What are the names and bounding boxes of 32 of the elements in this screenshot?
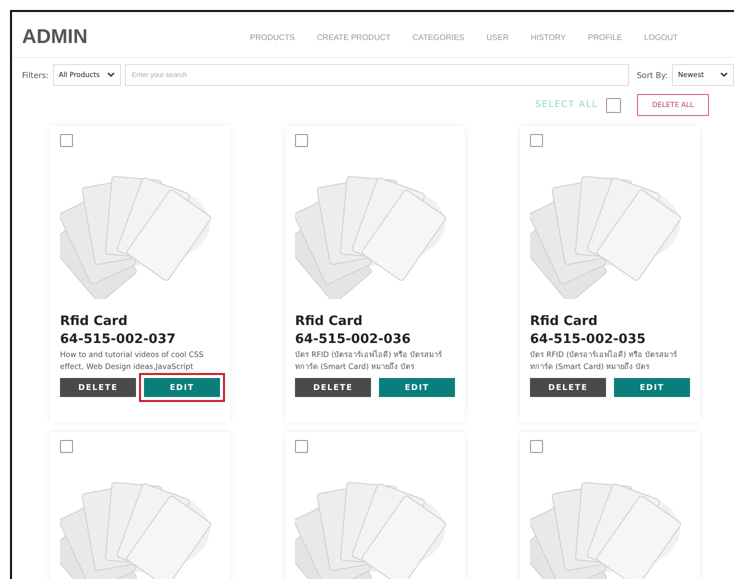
product-code: 64-515-002-035 — [530, 332, 647, 347]
delete-button[interactable]: DELETE — [60, 378, 136, 397]
nav-link[interactable]: CATEGORIES — [412, 33, 464, 42]
product-code: 64-515-002-036 — [295, 332, 412, 347]
nav-link[interactable]: HISTORY — [530, 33, 566, 42]
product-name: Rfid Card — [60, 314, 129, 329]
sort-label: Sort By: — [636, 70, 668, 80]
nav-link[interactable]: PRODUCTS — [250, 33, 295, 42]
delete-button[interactable]: DELETE — [295, 378, 371, 397]
edit-button[interactable]: EDIT — [144, 378, 220, 397]
product-name: Rfid Card — [530, 314, 599, 329]
product-checkbox[interactable] — [295, 440, 308, 453]
product-checkbox[interactable] — [295, 134, 308, 147]
product-checkbox[interactable] — [530, 134, 543, 147]
delete-button[interactable]: DELETE — [530, 378, 606, 397]
product-checkbox[interactable] — [60, 134, 73, 147]
chevron-icon — [720, 72, 728, 78]
product-name: Rfid Card — [295, 314, 364, 329]
product-checkbox[interactable] — [530, 440, 543, 453]
select-all-label: SELECT ALL — [535, 100, 598, 110]
edit-button[interactable]: EDIT — [379, 378, 455, 397]
nav-link[interactable]: USER — [486, 33, 509, 42]
nav-link[interactable]: LOGOUT — [644, 33, 678, 42]
nav-link[interactable]: CREATE PRODUCT — [316, 33, 391, 42]
product-checkbox[interactable] — [60, 440, 73, 453]
chevron-icon — [106, 72, 115, 78]
product-code: 64-515-002-037 — [60, 332, 177, 347]
edit-button[interactable]: EDIT — [614, 378, 690, 397]
nav-link[interactable]: PROFILE — [588, 33, 622, 42]
filters-label: Filters: — [22, 70, 49, 80]
site-title: ADMIN — [22, 26, 89, 49]
select-all-checkbox[interactable] — [606, 98, 621, 112]
